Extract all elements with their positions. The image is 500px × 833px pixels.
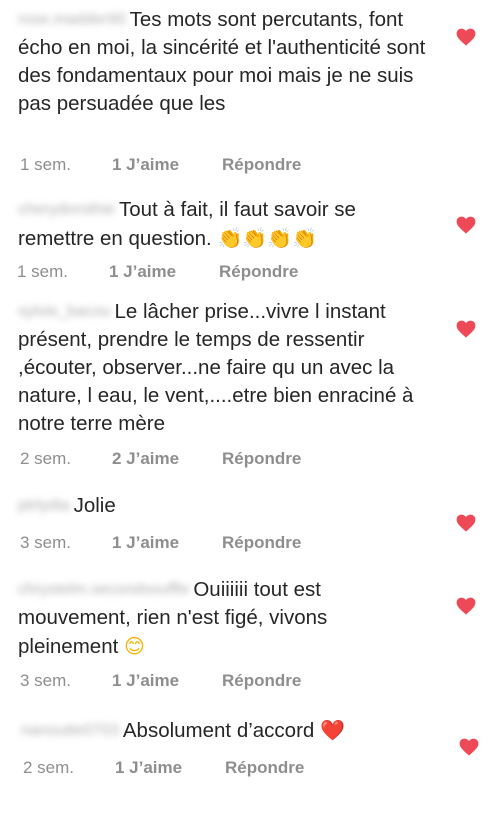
- comment-meta: 2 sem. 2 J’aime Répondre: [20, 449, 301, 469]
- comment-username[interactable]: nanoutte0703: [21, 717, 119, 745]
- comment-meta: 3 sem. 1 J’aime Répondre: [20, 533, 301, 553]
- reply-button[interactable]: Répondre: [219, 262, 298, 282]
- comment-meta: 3 sem. 1 J’aime Répondre: [20, 671, 301, 691]
- like-heart-icon[interactable]: [456, 597, 476, 615]
- comment-username[interactable]: chrystelm.secondsouffle: [18, 576, 189, 604]
- comment-body: cherydorothie Tout à fait, il faut savoir…: [18, 196, 418, 253]
- comment-time: 3 sem.: [20, 671, 72, 690]
- comment-meta: 1 sem. 1 J’aime Répondre: [20, 155, 301, 175]
- comment-meta: 2 sem. 1 J’aime Répondre: [23, 758, 304, 778]
- like-heart-icon[interactable]: [456, 28, 476, 46]
- comment-text: Absolument d’accord: [122, 719, 315, 742]
- like-heart-icon[interactable]: [456, 216, 476, 234]
- comment-likes[interactable]: 1 J’aime: [115, 758, 225, 778]
- comment-time: 3 sem.: [20, 533, 72, 552]
- comment-time: 2 sem.: [23, 758, 75, 777]
- like-heart-icon[interactable]: [456, 514, 476, 532]
- comment-username[interactable]: ptrlydia: [18, 492, 70, 520]
- comment-username[interactable]: rose.madder90: [18, 6, 126, 34]
- comment-username[interactable]: cherydorothie: [18, 196, 115, 224]
- comment-likes[interactable]: 1 J’aime: [112, 533, 222, 553]
- reply-button[interactable]: Répondre: [222, 155, 301, 175]
- comment-body: chrystelm.secondsouffle Ouiiiiii tout est…: [18, 576, 418, 661]
- comment-username[interactable]: sylvie_bacou: [18, 298, 111, 326]
- comment-time: 1 sem.: [20, 155, 72, 174]
- comment-body: sylvie_bacou Le lâcher prise...vivre l in…: [18, 298, 428, 438]
- comment-body: rose.madder90 Tes mots sont percutants, f…: [18, 6, 438, 118]
- comment-likes[interactable]: 1 J’aime: [109, 262, 219, 282]
- comment-meta: 1 sem. 1 J’aime Répondre: [17, 262, 298, 282]
- comment-time: 2 sem.: [20, 449, 72, 468]
- reply-button[interactable]: Répondre: [222, 449, 301, 469]
- smiling-face-emoji: 😊: [124, 634, 145, 658]
- comment-likes[interactable]: 2 J’aime: [112, 449, 222, 469]
- comment-likes[interactable]: 1 J’aime: [112, 155, 222, 175]
- clapping-hands-emoji: 👏👏👏👏: [217, 226, 318, 250]
- like-heart-icon[interactable]: [456, 320, 476, 338]
- like-heart-icon[interactable]: [459, 738, 479, 756]
- comment-time: 1 sem.: [17, 262, 69, 281]
- comment-body: nanoutte0703 Absolument d’accord ❤️: [21, 716, 441, 745]
- comment-body: ptrlydia Jolie: [18, 492, 438, 520]
- red-heart-emoji: ❤️: [320, 718, 345, 742]
- comment-likes[interactable]: 1 J’aime: [112, 671, 222, 691]
- reply-button[interactable]: Répondre: [222, 533, 301, 553]
- comment-text: Jolie: [73, 494, 116, 517]
- reply-button[interactable]: Répondre: [225, 758, 304, 778]
- reply-button[interactable]: Répondre: [222, 671, 301, 691]
